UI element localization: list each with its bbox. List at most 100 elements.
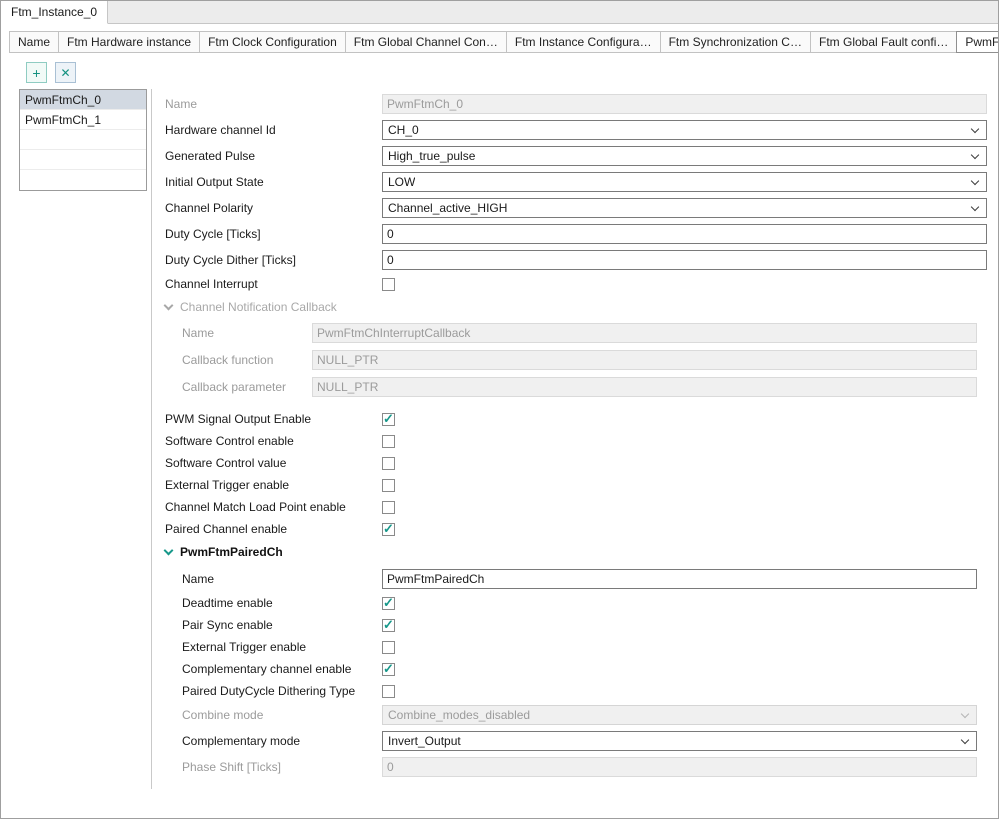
pwm-signal-output-enable-checkbox[interactable] xyxy=(382,413,395,426)
paired-channel-enable-checkbox[interactable] xyxy=(382,523,395,536)
channel-polarity-select[interactable]: Channel_active_HIGH xyxy=(382,198,987,218)
form-row: Combine mode Combine_modes_disabled xyxy=(182,702,987,728)
form-row: Channel Interrupt xyxy=(165,273,987,295)
chevron-down-icon xyxy=(961,710,969,718)
name-label: Name xyxy=(165,97,382,111)
callback-parameter-label: Callback parameter xyxy=(182,380,312,394)
generated-pulse-select[interactable]: High_true_pulse xyxy=(382,146,987,166)
complementary-channel-enable-label: Complementary channel enable xyxy=(182,662,382,676)
tab-ftm-hardware-instance[interactable]: Ftm Hardware instance xyxy=(58,31,200,53)
name-input xyxy=(382,94,987,114)
callback-name-label: Name xyxy=(182,326,312,340)
initial-output-state-select[interactable]: LOW xyxy=(382,172,987,192)
hardware-channel-id-label: Hardware channel Id xyxy=(165,123,382,137)
pair-sync-enable-checkbox[interactable] xyxy=(382,619,395,632)
form-row: Software Control value xyxy=(165,452,987,474)
duty-cycle-input[interactable] xyxy=(382,224,987,244)
callback-function-label: Callback function xyxy=(182,353,312,367)
channel-list-toolbar: + ✕ xyxy=(26,62,998,83)
external-trigger-enable-label: External Trigger enable xyxy=(165,478,382,492)
form-row: Channel Polarity Channel_active_HIGH xyxy=(165,195,987,221)
paired-section-header[interactable]: PwmFtmPairedCh xyxy=(165,540,987,564)
paired-section: Name Deadtime enable Pair Sync enable Ex… xyxy=(182,564,987,780)
combine-mode-select: Combine_modes_disabled xyxy=(382,705,977,725)
complementary-mode-value: Invert_Output xyxy=(388,734,461,748)
form-row: Duty Cycle [Ticks] xyxy=(165,221,987,247)
deadtime-enable-checkbox[interactable] xyxy=(382,597,395,610)
combine-mode-label: Combine mode xyxy=(182,708,382,722)
list-item-empty[interactable] xyxy=(20,170,146,190)
callback-section-title: Channel Notification Callback xyxy=(180,300,337,314)
chevron-down-icon xyxy=(971,203,979,211)
callback-name-input xyxy=(312,323,977,343)
config-tabbar: Name Ftm Hardware instance Ftm Clock Con… xyxy=(9,31,999,53)
tab-ftm-instance-0[interactable]: Ftm_Instance_0 xyxy=(1,1,108,24)
remove-channel-button[interactable]: ✕ xyxy=(55,62,76,83)
editor-tabbar: Ftm_Instance_0 xyxy=(1,1,998,24)
channel-polarity-value: Channel_active_HIGH xyxy=(388,201,507,215)
channel-config-form: Name Hardware channel Id CH_0 Generated … xyxy=(151,89,998,789)
complementary-mode-label: Complementary mode xyxy=(182,734,382,748)
callback-section: Name Callback function Callback paramete… xyxy=(182,319,987,400)
paired-dutycycle-dithering-type-label: Paired DutyCycle Dithering Type xyxy=(182,684,382,698)
software-control-enable-label: Software Control enable xyxy=(165,434,382,448)
pair-sync-enable-label: Pair Sync enable xyxy=(182,618,382,632)
form-row: External Trigger enable xyxy=(165,474,987,496)
paired-dutycycle-dithering-type-checkbox[interactable] xyxy=(382,685,395,698)
external-trigger-enable-checkbox[interactable] xyxy=(382,479,395,492)
add-channel-button[interactable]: + xyxy=(26,62,47,83)
complementary-channel-enable-checkbox[interactable] xyxy=(382,663,395,676)
hardware-channel-id-value: CH_0 xyxy=(388,123,419,137)
software-control-enable-checkbox[interactable] xyxy=(382,435,395,448)
form-row: Generated Pulse High_true_pulse xyxy=(165,143,987,169)
form-row: Name xyxy=(182,566,987,592)
paired-name-input[interactable] xyxy=(382,569,977,589)
tab-ftm-instance-configuration[interactable]: Ftm Instance Configura… xyxy=(506,31,661,53)
list-item-pwmftmch-0[interactable]: PwmFtmCh_0 xyxy=(20,90,146,110)
paired-external-trigger-enable-label: External Trigger enable xyxy=(182,640,382,654)
form-row: External Trigger enable xyxy=(182,636,987,658)
tab-ftm-instance-0-label: Ftm_Instance_0 xyxy=(11,5,97,19)
app-window: Ftm_Instance_0 Name Ftm Hardware instanc… xyxy=(0,0,999,819)
tab-ftm-global-channel-config[interactable]: Ftm Global Channel Con… xyxy=(345,31,507,53)
tab-ftm-clock-configuration[interactable]: Ftm Clock Configuration xyxy=(199,31,346,53)
paired-channel-enable-label: Paired Channel enable xyxy=(165,522,382,536)
callback-section-header[interactable]: Channel Notification Callback xyxy=(165,295,987,319)
deadtime-enable-label: Deadtime enable xyxy=(182,596,382,610)
tab-pwmftmch[interactable]: PwmFtmCh xyxy=(956,31,999,53)
form-row: Paired Channel enable xyxy=(165,518,987,540)
channel-list-panel: PwmFtmCh_0 PwmFtmCh_1 xyxy=(1,89,151,789)
combine-mode-value: Combine_modes_disabled xyxy=(388,708,530,722)
software-control-value-checkbox[interactable] xyxy=(382,457,395,470)
form-row: Complementary mode Invert_Output xyxy=(182,728,987,754)
list-item-empty[interactable] xyxy=(20,150,146,170)
software-control-value-label: Software Control value xyxy=(165,456,382,470)
channel-list: PwmFtmCh_0 PwmFtmCh_1 xyxy=(19,89,147,191)
pwm-signal-output-enable-label: PWM Signal Output Enable xyxy=(165,412,382,426)
chevron-down-icon xyxy=(164,300,174,310)
form-row: PWM Signal Output Enable xyxy=(165,408,987,430)
channel-interrupt-checkbox[interactable] xyxy=(382,278,395,291)
initial-output-state-label: Initial Output State xyxy=(165,175,382,189)
list-item-pwmftmch-1[interactable]: PwmFtmCh_1 xyxy=(20,110,146,130)
complementary-mode-select[interactable]: Invert_Output xyxy=(382,731,977,751)
form-row: Paired DutyCycle Dithering Type xyxy=(182,680,987,702)
chevron-down-icon xyxy=(971,125,979,133)
list-item-empty[interactable] xyxy=(20,130,146,150)
channel-match-load-point-enable-checkbox[interactable] xyxy=(382,501,395,514)
chevron-down-icon xyxy=(971,151,979,159)
channel-match-load-point-enable-label: Channel Match Load Point enable xyxy=(165,500,382,514)
tab-ftm-global-fault-config[interactable]: Ftm Global Fault confi… xyxy=(810,31,957,53)
generated-pulse-value: High_true_pulse xyxy=(388,149,475,163)
tab-name[interactable]: Name xyxy=(9,31,59,53)
duty-cycle-dither-input[interactable] xyxy=(382,250,987,270)
form-row: Callback function xyxy=(182,346,987,373)
hardware-channel-id-select[interactable]: CH_0 xyxy=(382,120,987,140)
phase-shift-label: Phase Shift [Ticks] xyxy=(182,760,382,774)
form-row: Duty Cycle Dither [Ticks] xyxy=(165,247,987,273)
paired-external-trigger-enable-checkbox[interactable] xyxy=(382,641,395,654)
form-row: Phase Shift [Ticks] xyxy=(182,754,987,780)
paired-section-title: PwmFtmPairedCh xyxy=(180,545,283,559)
initial-output-state-value: LOW xyxy=(388,175,415,189)
tab-ftm-synchronization[interactable]: Ftm Synchronization C… xyxy=(660,31,811,53)
